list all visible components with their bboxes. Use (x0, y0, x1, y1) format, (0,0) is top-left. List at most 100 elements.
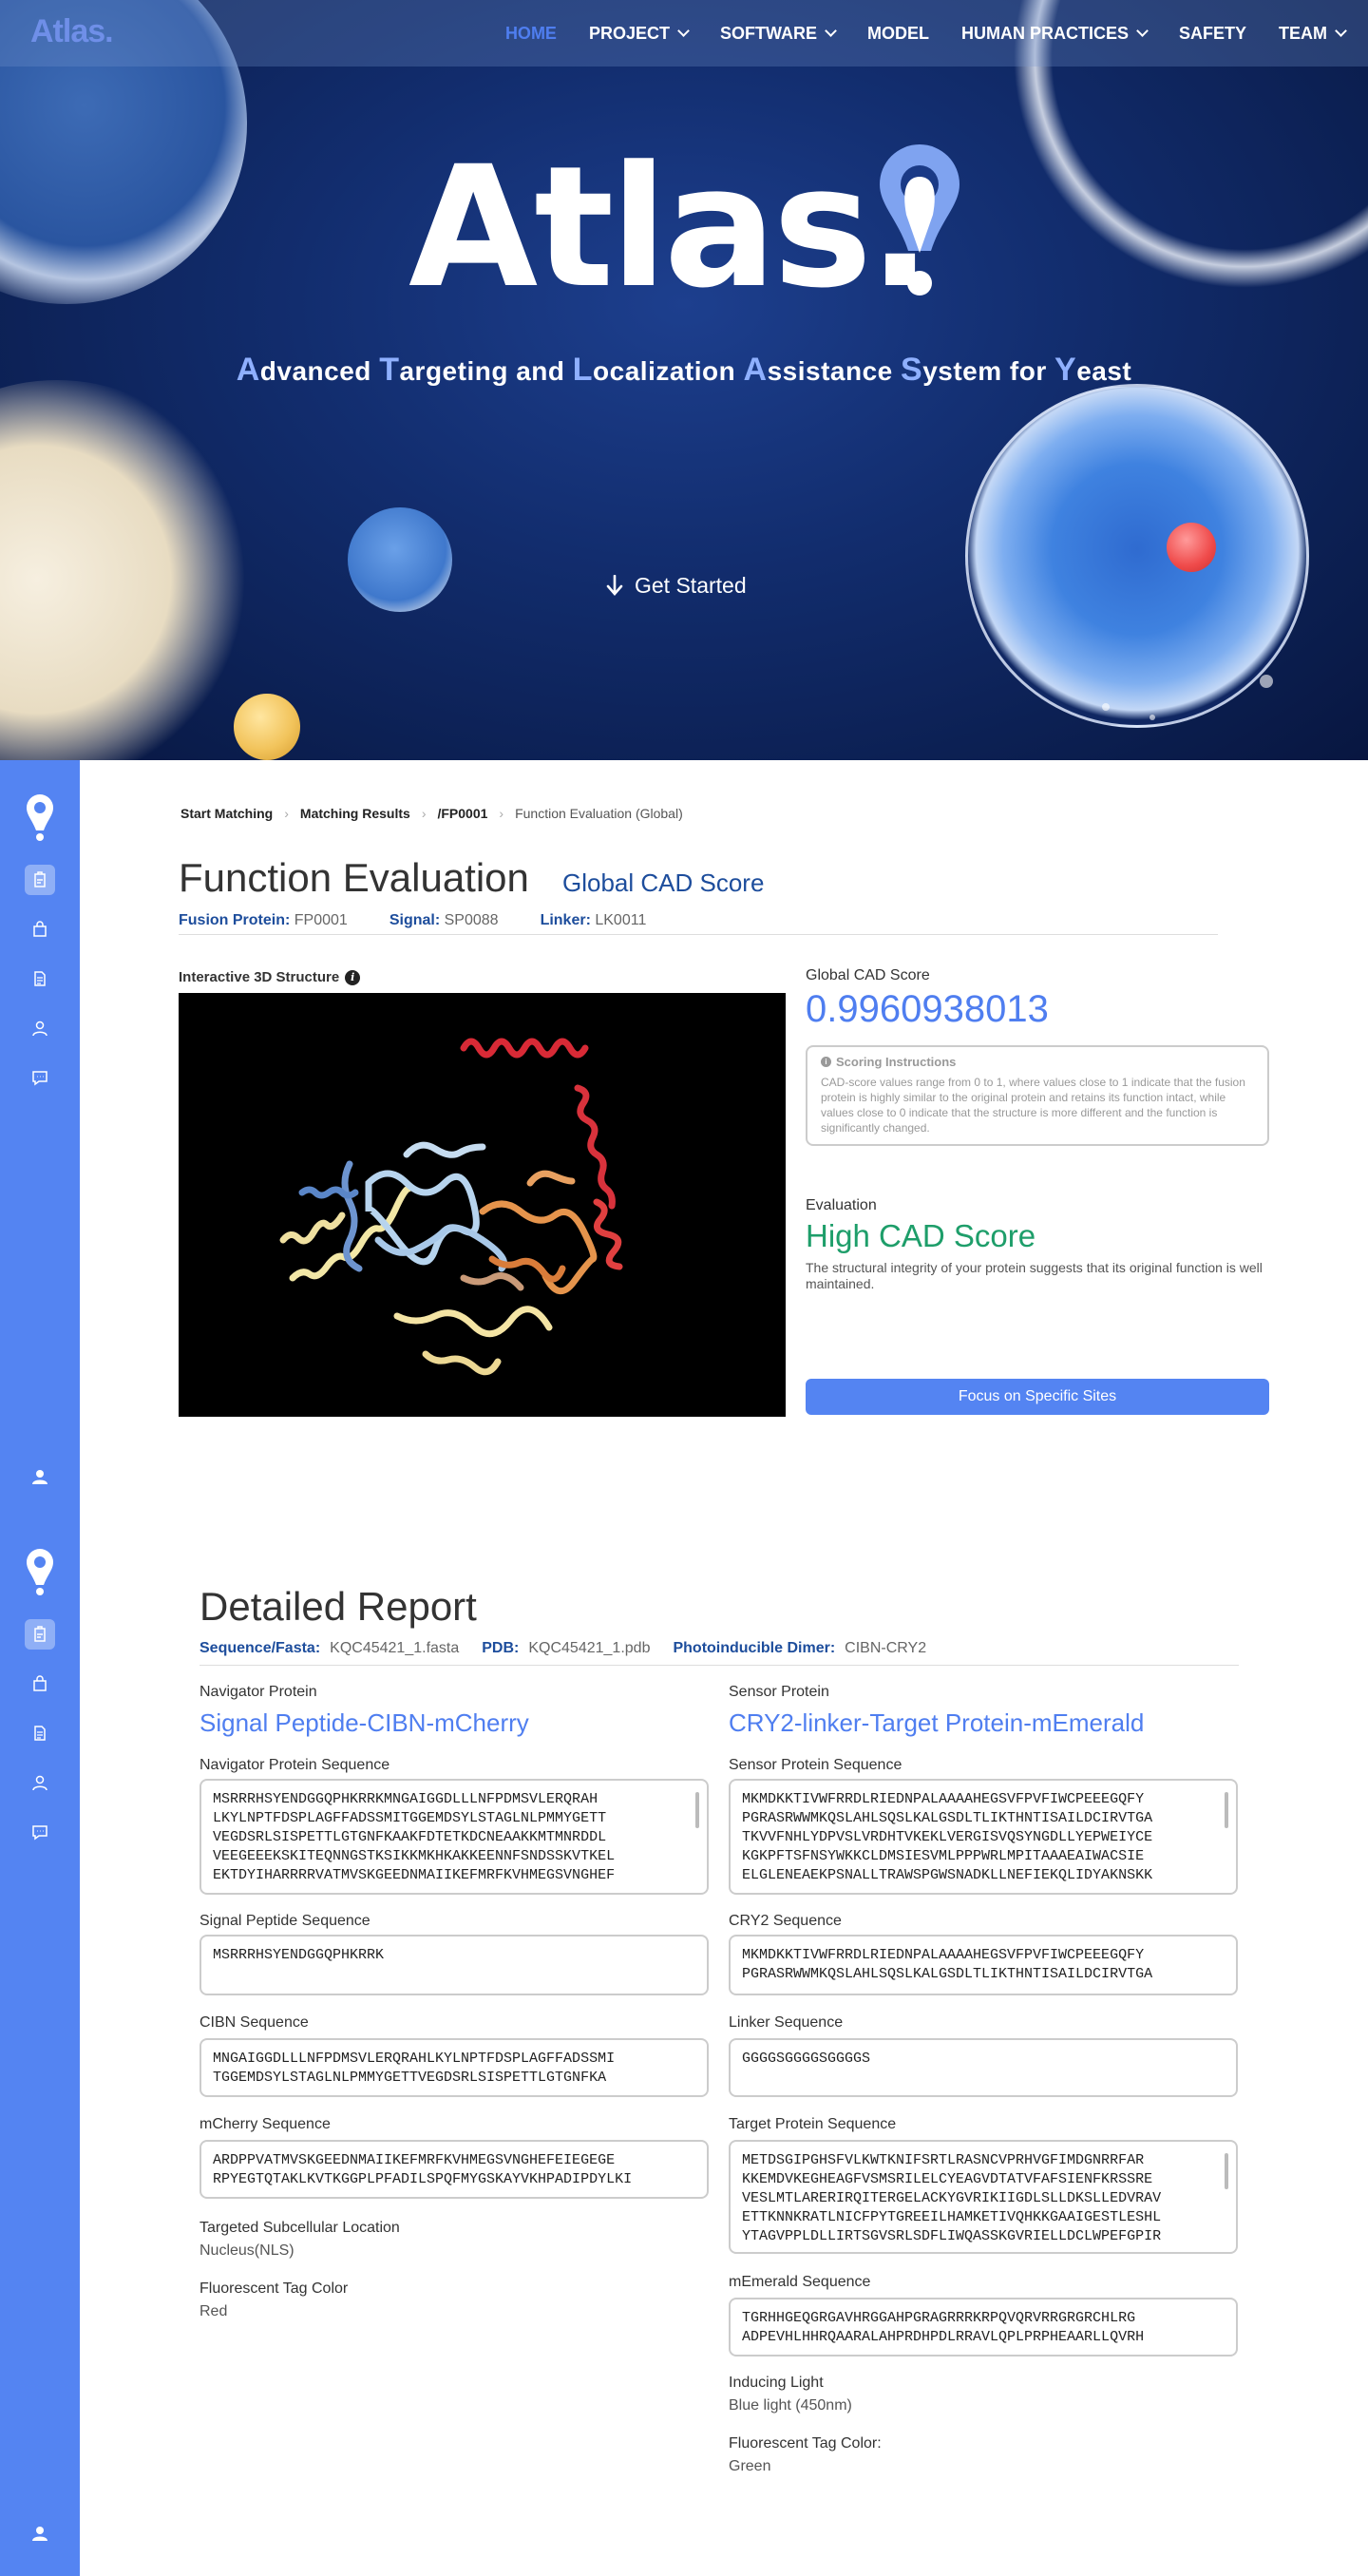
tagline-word: east (1076, 356, 1132, 386)
evaluation-description: The structural integrity of your protein… (806, 1260, 1263, 1291)
linker-sequence-label: Linker Sequence (729, 2014, 844, 2031)
sidebar-protein-button[interactable] (25, 1619, 55, 1650)
fusion-meta-row: Fusion Protein: FP0001 Signal: SP0088 Li… (179, 912, 646, 929)
sidebar-user-button[interactable] (25, 1767, 55, 1798)
chevron-down-icon (1136, 25, 1149, 37)
tagline-word: ocalization (593, 356, 744, 386)
scrollbar-thumb[interactable] (1225, 2153, 1228, 2189)
sidebar-profile-button[interactable] (25, 1461, 55, 1492)
sensor-protein-heading: Sensor Protein (729, 1684, 829, 1700)
top-navbar: Atlas. HOME PROJECT SOFTWARE MODEL HUMAN PRA… (0, 0, 1368, 67)
sensor-sequence-field[interactable]: MKMDKKTIVWFRRDLRIEDNPALAAAAHEGSVFPVFIWCP… (729, 1779, 1238, 1895)
tagline-initial: A (743, 352, 768, 388)
scoring-instructions-title: i Scoring Instructions (821, 1055, 1254, 1069)
nav-item-label: HUMAN PRACTICES (960, 23, 1129, 43)
cry2-sequence-label: CRY2 Sequence (729, 1913, 842, 1929)
protein-structure-render (279, 1038, 623, 1376)
sequence-line: VEEGEEEKSKITEQNNGSTKSIKKMKHKAKKEENNFSNDS… (213, 1848, 616, 1864)
nav-item-label: HOME (504, 23, 557, 43)
inducing-light-value: Blue light (450nm) (729, 2397, 852, 2414)
tagline-initial: Y (1054, 352, 1077, 388)
tagline-word: ssistance (767, 356, 901, 386)
evaluation-result: High CAD Score (806, 1218, 1036, 1253)
sidebar-document-button[interactable] (25, 1718, 55, 1748)
sidebar-protein-button[interactable] (25, 865, 55, 895)
sequence-line: TKVVFNHLYDPVSLVRDHTVKEKLVERGISVQSYNGDLLY… (742, 1829, 1153, 1845)
nav-logo[interactable]: Atlas. (30, 13, 114, 50)
breadcrumb-matching-results[interactable]: Matching Results (300, 806, 410, 821)
target-protein-sequence-field[interactable]: METDSGIPGHSFVLKWTKNIFSRTLRASNCVPRHVGFIMD… (729, 2140, 1238, 2254)
cibn-sequence-field[interactable]: MNGAIGGDLLLNFPDMSVLERQRAHLKYLNPTFDSPLAGF… (200, 2038, 709, 2097)
chevron-down-icon (1335, 25, 1347, 37)
dimer-label: Photoinducible Dimer: (673, 1640, 836, 1656)
user-icon (32, 1021, 48, 1037)
scrollbar-thumb[interactable] (1225, 1792, 1228, 1828)
sensor-tag-color-value: Green (729, 2458, 771, 2474)
navigator-protein-heading: Navigator Protein (200, 1684, 317, 1700)
sidebar-chat-button[interactable] (25, 1062, 55, 1093)
scoring-instructions-body: CAD-score values range from 0 to 1, wher… (821, 1076, 1245, 1135)
hero-logo: Atlas. (408, 143, 969, 314)
cry2-sequence-field[interactable]: MKMDKKTIVWFRRDLRIEDNPALAAAAHEGSVFPVFIWCP… (729, 1935, 1238, 1995)
breadcrumb-fusion-protein[interactable]: /FP0001 (437, 806, 487, 821)
chat-icon (32, 1071, 48, 1086)
sidebar-chat-button[interactable] (25, 1817, 55, 1847)
nav-item-label: SOFTWARE (719, 23, 817, 43)
sequence-line: RPYEGTQTAKLKVTKGGPLPFADILSPQFMYGSKAYVKHP… (213, 2171, 633, 2187)
chevron-right-icon: › (499, 806, 504, 821)
mcherry-sequence-lines: ARDPPVATMVSKGEEDNMAIIKEFMRFKVHMEGSVNGHEF… (213, 2151, 695, 2189)
cry2-sequence-lines: MKMDKKTIVWFRRDLRIEDNPALAAAAHEGSVFPVFIWCP… (742, 1946, 1225, 1984)
score-label: Global CAD Score (806, 967, 930, 983)
scrollbar-thumb[interactable] (695, 1792, 699, 1828)
sequence-line: ETTKNNKRATLNICFPYTGREEILHAMKETIVQHKKGAAI… (742, 2209, 1162, 2225)
linker-sequence-field[interactable]: GGGGSGGGGSGGGGS (729, 2038, 1238, 2097)
sequence-line: VESLMTLARERIRQITERGELACKYGVRIKIIGDLSLLDK… (742, 2190, 1162, 2206)
atlas-pin-logo-icon[interactable] (25, 1547, 55, 1596)
memerald-sequence-field[interactable]: TGRHHGEQGRGAVHRGGAHPGRAGRRRKRPQVQRVRRGRG… (729, 2298, 1238, 2357)
scoring-instructions-box: i Scoring Instructions CAD-score values r… (806, 1045, 1269, 1146)
get-started-button[interactable]: Get Started (606, 566, 768, 604)
sensor-protein-name: CRY2-linker-Target Protein-mEmerald (729, 1708, 1145, 1737)
focus-specific-sites-button[interactable]: Focus on Specific Sites (806, 1379, 1269, 1415)
hero-banner: Atlas. HOME PROJECT SOFTWARE MODEL HUMAN PRA… (0, 0, 1368, 760)
sidebar-bag-button[interactable] (25, 1669, 55, 1699)
atlas-pin-logo-icon[interactable] (25, 792, 55, 842)
protein-3d-viewer[interactable] (179, 993, 786, 1417)
sidebar-bag-button[interactable] (25, 914, 55, 945)
nav-item-human-practices[interactable]: HUMAN PRACTICES (960, 23, 1149, 44)
evaluation-label: Evaluation (806, 1197, 877, 1213)
dimer-meta: Photoinducible Dimer: CIBN-CRY2 (673, 1640, 926, 1657)
sidebar-user-button[interactable] (25, 1013, 55, 1043)
info-icon[interactable]: i (345, 970, 361, 986)
bag-icon (33, 1675, 47, 1691)
sequence-line: ELGLENEAEKPSNALLTRAWSPGWSNADKLLNEFIEKQLI… (742, 1867, 1153, 1883)
nav-menu: HOME PROJECT SOFTWARE MODEL HUMAN PRACTICES S… (505, 0, 1347, 67)
cell-decoration-main (965, 384, 1309, 728)
mcherry-sequence-field[interactable]: ARDPPVATMVSKGEEDNMAIIKEFMRFKVHMEGSVNGHEF… (200, 2140, 709, 2199)
hero-dot (1150, 715, 1155, 720)
sidebar-document-button[interactable] (25, 964, 55, 994)
nav-item-safety[interactable]: SAFETY (1179, 24, 1246, 44)
mcherry-sequence-label: mCherry Sequence (200, 2116, 331, 2132)
signal-peptide-sequence-label: Signal Peptide Sequence (200, 1913, 370, 1929)
sequence-line: KKEMDVKEGHEAGFVSMSRILELCYEAGVDTATVFAFSIE… (742, 2171, 1153, 2187)
nav-item-project[interactable]: PROJECT (589, 24, 690, 44)
breadcrumb-start-matching[interactable]: Start Matching (180, 806, 273, 821)
navigator-sequence-field[interactable]: MSRRRHSYENDGGQPHKRRKMNGAIGGDLLLNFPDMSVLE… (200, 1779, 709, 1895)
nav-item-team[interactable]: TEAM (1279, 24, 1347, 44)
linker-value: LK0011 (595, 912, 647, 928)
sequence-line: PGRASRWWMKQSLAHLSQSLKALGSDLTLIKTHNTISAIL… (742, 1810, 1153, 1826)
nav-item-model[interactable]: MODEL (867, 24, 929, 44)
page-title: Function Evaluation (179, 855, 529, 900)
fusion-protein-meta: Fusion Protein: FP0001 (179, 912, 348, 929)
sidebar-profile-button[interactable] (25, 2518, 55, 2548)
targeted-location-label: Targeted Subcellular Location (200, 2220, 400, 2236)
nav-item-software[interactable]: SOFTWARE (719, 23, 837, 44)
signal-peptide-sequence-field[interactable]: MSRRRHSYENDGGQPHKRRK (200, 1935, 709, 1995)
divider (179, 934, 1218, 935)
nav-item-home[interactable]: HOME (505, 24, 557, 44)
breadcrumb: Start Matching › Matching Results › /FP0… (180, 806, 683, 821)
bag-icon (33, 921, 47, 937)
atlas-pin-icon (880, 144, 960, 296)
hero-dot (1260, 675, 1273, 688)
